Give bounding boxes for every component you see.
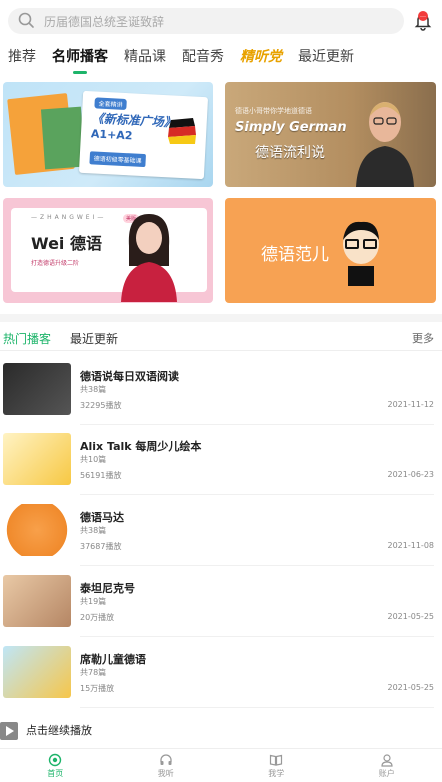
episode-count: 共19篇 (80, 597, 107, 606)
podcast-section-tabs: 热门播客 最近更新 更多 (0, 325, 442, 351)
banner-german-style[interactable]: 德语范儿 (225, 198, 436, 303)
nav-listen[interactable]: 我听 (111, 749, 222, 782)
germany-flag-icon (168, 118, 196, 144)
update-date: 2021-06-23 (387, 470, 435, 479)
presenter-image (121, 214, 177, 302)
banner-new-standard-course[interactable]: 全套精讲 《新标准广场》 A1+A2 德语初级零基础课 (3, 82, 213, 187)
podcast-title: 德语马达 (80, 511, 124, 524)
continue-playing-bar[interactable]: 点击继续播放 (0, 716, 442, 744)
update-date: 2021-05-25 (387, 612, 435, 621)
section-divider (0, 314, 442, 322)
play-count: 37687播放 (80, 542, 122, 551)
banner-simply-german[interactable]: 德语小哥带你学地道德语 Simply German 德语流利说 (225, 82, 436, 187)
banner-title: 德语范儿 (261, 245, 329, 265)
search-placeholder: 历届德国总统圣诞致辞 (44, 14, 165, 29)
banner-tag: 全套精讲 (94, 97, 127, 111)
banner-tagline: 德语小哥带你学地道德语 (235, 107, 312, 115)
nav-listen-label: 我听 (157, 768, 174, 778)
presenter-image (356, 102, 414, 187)
home-icon (49, 753, 62, 766)
book-icon (270, 754, 283, 766)
play-count: 20万播放 (80, 613, 115, 622)
tab-recent-updates[interactable]: 最近更新 (298, 44, 354, 74)
tab-hot-podcasts[interactable]: 热门播客 (3, 330, 51, 347)
podcast-title: 泰坦尼克号 (80, 582, 135, 595)
episode-count: 共10篇 (80, 455, 107, 464)
search-icon (18, 12, 34, 28)
bottom-navigation: 首页 我听 我学 账户 (0, 748, 442, 782)
continue-playing-label: 点击继续播放 (26, 724, 92, 737)
update-date: 2021-11-08 (387, 541, 435, 550)
podcast-cover-image (3, 363, 71, 415)
banner-subtitle: 德语流利说 (255, 145, 325, 161)
book-cover-image (40, 106, 86, 170)
podcast-title: Alix Talk 每周少儿绘本 (80, 440, 202, 453)
play-count: 15万播放 (80, 684, 115, 693)
list-item[interactable]: 泰坦尼克号 共19篇 20万播放 2021-05-25 (0, 567, 442, 637)
notification-button[interactable]: … (412, 10, 434, 32)
notification-badge: … (418, 11, 428, 21)
tab-recommend[interactable]: 推荐 (8, 44, 36, 74)
divider (80, 565, 434, 566)
tab-recently-updated[interactable]: 最近更新 (70, 330, 118, 347)
tab-intensive-listening[interactable]: 精听党 (240, 44, 282, 74)
tab-teacher-podcast[interactable]: 名师播客 (52, 44, 108, 74)
episode-count: 共78篇 (80, 668, 107, 677)
podcast-cover-image (3, 646, 71, 698)
podcast-title: 德语说每日双语阅读 (80, 370, 179, 383)
tab-dubbing-show[interactable]: 配音秀 (182, 44, 224, 74)
nav-home[interactable]: 首页 (0, 749, 111, 782)
search-input[interactable]: 历届德国总统圣诞致辞 (8, 8, 404, 34)
play-count: 56191播放 (80, 471, 122, 480)
headphones-icon (160, 753, 172, 765)
user-icon (381, 753, 393, 767)
list-item[interactable]: 德语说每日双语阅读 共38篇 32295播放 2021-11-12 (0, 355, 442, 425)
nav-home-label: 首页 (47, 768, 64, 778)
search-bar: 历届德国总统圣诞致辞 … (0, 8, 442, 36)
banner-subtitle: A1+A2 (90, 127, 133, 143)
divider (80, 494, 434, 495)
update-date: 2021-05-25 (387, 683, 435, 692)
podcast-cover-image (3, 504, 71, 556)
banner-tagline: —ZHANGWEI— (31, 214, 107, 221)
list-item[interactable]: 德语马达 共38篇 37687播放 2021-11-08 (0, 496, 442, 566)
banner-subtitle: 打造德语升级二阶 (31, 260, 80, 267)
cartoon-character-image (343, 221, 379, 286)
nav-account[interactable]: 账户 (332, 749, 442, 782)
banner-wei-german[interactable]: —ZHANGWEI— Wei 德语 打造德语升级二阶 美版 (3, 198, 213, 303)
banner-footer: 德语初级零基础课 (89, 151, 147, 168)
episode-count: 共38篇 (80, 385, 107, 394)
nav-learn[interactable]: 我学 (221, 749, 332, 782)
podcast-cover-image (3, 433, 71, 485)
podcast-cover-image (3, 575, 71, 627)
banner-title: Simply German (235, 120, 347, 135)
banner-title: Wei 德语 (31, 234, 102, 253)
nav-learn-label: 我学 (268, 768, 285, 778)
play-count: 32295播放 (80, 401, 122, 410)
category-tabs: 推荐 名师播客 精品课 配音秀 精听党 最近更新 (0, 44, 442, 74)
list-item[interactable]: Alix Talk 每周少儿绘本 共10篇 56191播放 2021-06-23 (0, 425, 442, 495)
episode-count: 共38篇 (80, 526, 107, 535)
update-date: 2021-11-12 (387, 400, 435, 409)
play-icon[interactable] (0, 722, 18, 740)
divider (80, 636, 434, 637)
more-link[interactable]: 更多 (412, 330, 434, 346)
list-item[interactable]: 席勒儿童德语 共78篇 15万播放 2021-05-25 (0, 638, 442, 708)
podcast-title: 席勒儿童德语 (80, 653, 146, 666)
divider (80, 707, 434, 708)
nav-account-label: 账户 (378, 768, 395, 778)
tab-premium-course[interactable]: 精品课 (124, 44, 166, 74)
